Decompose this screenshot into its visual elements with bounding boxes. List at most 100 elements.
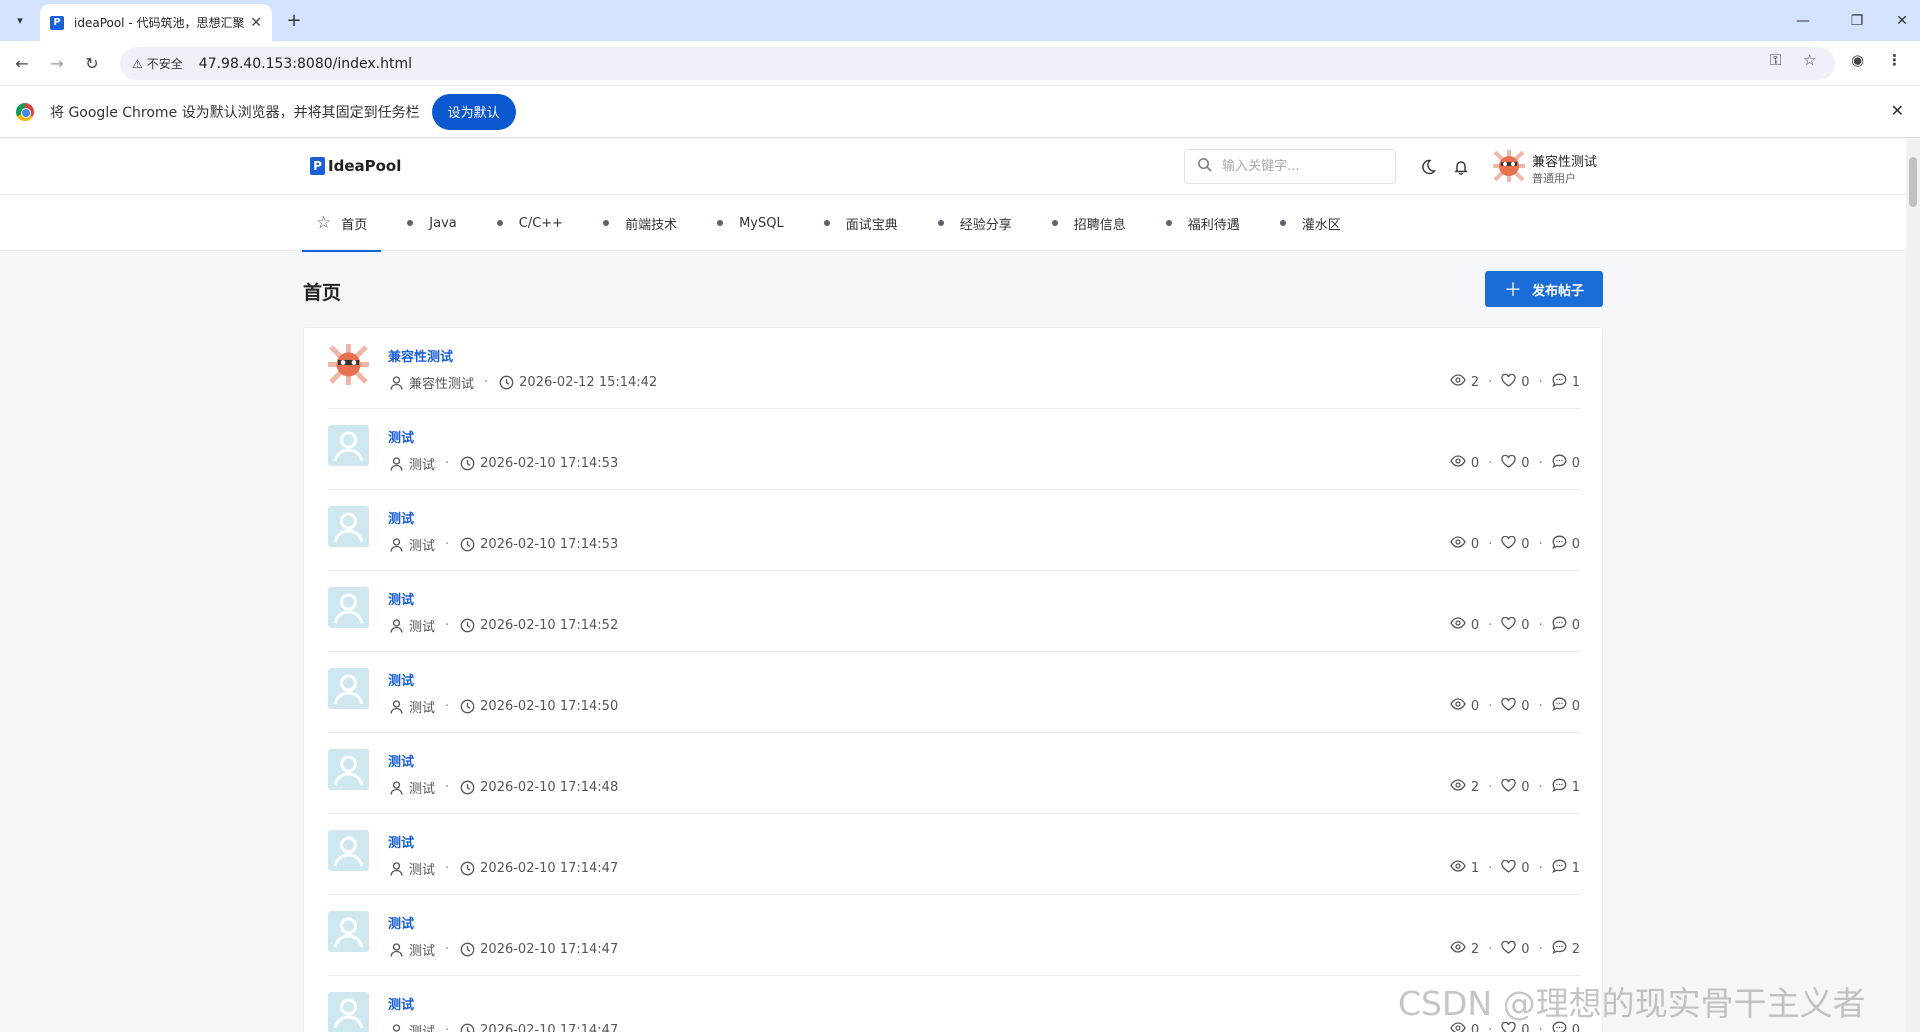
post-title[interactable]: 测试 xyxy=(388,508,414,527)
comment-count[interactable]: 1 xyxy=(1552,778,1580,796)
post-author[interactable]: 测试 xyxy=(409,616,435,635)
post-row[interactable]: 测试 测试 · 2026-02-10 17:14:48 2 · 0 · 1 xyxy=(328,733,1580,814)
like-count[interactable]: 0 xyxy=(1501,778,1530,796)
post-author[interactable]: 兼容性测试 xyxy=(409,373,474,392)
comment-count-value: 1 xyxy=(1571,779,1580,795)
post-author[interactable]: 测试 xyxy=(409,1021,435,1032)
post-title[interactable]: 测试 xyxy=(388,994,414,1013)
post-row[interactable]: 测试 测试 · 2026-02-10 17:14:53 0 · 0 · 0 xyxy=(328,490,1580,571)
new-tab-button[interactable]: + xyxy=(282,8,306,32)
post-title[interactable]: 测试 xyxy=(388,751,414,770)
nav-item-9[interactable]: 灌水区 xyxy=(1254,195,1355,251)
nav-item-8[interactable]: 福利待遇 xyxy=(1140,195,1254,251)
profile-icon[interactable]: ◉ xyxy=(1851,51,1864,69)
comment-count[interactable]: 0 xyxy=(1552,535,1580,553)
tab-search-button[interactable]: ▾ xyxy=(8,8,32,32)
post-author-avatar[interactable] xyxy=(328,425,369,466)
post-row[interactable]: 测试 测试 · 2026-02-10 17:14:47 1 · 0 · 1 xyxy=(328,814,1580,895)
post-author[interactable]: 测试 xyxy=(409,940,435,959)
comment-count[interactable]: 0 xyxy=(1552,616,1580,634)
nav-item-0[interactable]: ☆ 首页 xyxy=(302,195,382,252)
nav-item-6[interactable]: 经验分享 xyxy=(912,195,1026,251)
nav-item-7[interactable]: 招聘信息 xyxy=(1026,195,1140,251)
site-header: P IdeaPool 兼容性测试 普通用户 xyxy=(0,139,1906,195)
security-indicator[interactable]: ⚠ 不安全 xyxy=(132,55,183,72)
post-title[interactable]: 测试 xyxy=(388,913,414,932)
address-bar[interactable]: ⚠ 不安全 47.98.40.153:8080/index.html xyxy=(120,47,1835,80)
post-author-avatar[interactable] xyxy=(328,992,369,1032)
like-count[interactable]: 0 xyxy=(1501,616,1530,634)
post-row[interactable]: 兼容性测试 兼容性测试 · 2026-02-12 15:14:42 2 · 0 · 1 xyxy=(328,328,1580,409)
post-author[interactable]: 测试 xyxy=(409,535,435,554)
post-author[interactable]: 测试 xyxy=(409,778,435,797)
post-row[interactable]: 测试 测试 · 2026-02-10 17:14:50 0 · 0 · 0 xyxy=(328,652,1580,733)
post-author-avatar[interactable] xyxy=(328,830,369,871)
post-row[interactable]: 测试 测试 · 2026-02-10 17:14:52 0 · 0 · 0 xyxy=(328,571,1580,652)
forward-icon[interactable]: → xyxy=(45,51,69,75)
scrollbar-thumb[interactable] xyxy=(1909,157,1917,207)
comment-count[interactable]: 1 xyxy=(1552,859,1580,877)
post-author[interactable]: 测试 xyxy=(409,859,435,878)
browser-tab[interactable]: P ideaPool - 代码筑池，思想汇聚 ✕ xyxy=(40,4,272,41)
like-count[interactable]: 0 xyxy=(1501,535,1530,553)
nav-item-4[interactable]: MySQL xyxy=(691,195,798,251)
bell-icon[interactable] xyxy=(1451,157,1471,177)
post-title[interactable]: 测试 xyxy=(388,589,414,608)
post-author-avatar[interactable] xyxy=(328,749,369,790)
key-icon[interactable]: ⚿ xyxy=(1770,51,1781,69)
post-row[interactable]: 测试 测试 · 2026-02-10 17:14:47 2 · 0 · 2 xyxy=(328,895,1580,976)
post-title[interactable]: 测试 xyxy=(388,832,414,851)
search-input[interactable] xyxy=(1222,159,1382,174)
post-author-avatar[interactable] xyxy=(328,911,369,952)
like-count[interactable]: 0 xyxy=(1501,373,1530,391)
menu-dots-icon[interactable]: ⋮ xyxy=(1887,51,1902,69)
restore-icon[interactable]: ❐ xyxy=(1830,0,1884,41)
post-author[interactable]: 测试 xyxy=(409,697,435,716)
back-icon[interactable]: ← xyxy=(10,51,34,75)
post-row[interactable]: 测试 测试 · 2026-02-10 17:14:53 0 · 0 · 0 xyxy=(328,409,1580,490)
nav-item-3[interactable]: 前端技术 xyxy=(577,195,691,251)
post-author-avatar[interactable] xyxy=(328,506,369,547)
post-title[interactable]: 测试 xyxy=(388,427,414,446)
moon-icon[interactable] xyxy=(1418,157,1438,177)
set-default-button[interactable]: 设为默认 xyxy=(431,93,516,130)
clock-icon xyxy=(459,456,475,471)
post-author-avatar[interactable] xyxy=(328,668,369,709)
comment-count[interactable]: 0 xyxy=(1552,697,1580,715)
nav-item-1[interactable]: Java xyxy=(381,195,470,251)
user-avatar[interactable] xyxy=(1492,149,1526,183)
reload-icon[interactable]: ↻ xyxy=(80,51,104,75)
post-time: 2026-02-10 17:14:47 xyxy=(480,942,619,957)
publish-post-button[interactable]: ＋ 发布帖子 xyxy=(1485,271,1603,307)
user-icon xyxy=(388,942,404,957)
page-scrollbar[interactable] xyxy=(1906,139,1920,1032)
post-row[interactable]: 测试测试·2026-02-10 17:14:470·0·0 xyxy=(328,976,1580,1032)
like-count[interactable]: 0 xyxy=(1501,940,1530,958)
like-count[interactable]: 0 xyxy=(1501,697,1530,715)
post-title[interactable]: 测试 xyxy=(388,670,414,689)
comment-count[interactable]: 1 xyxy=(1552,373,1580,391)
post-author[interactable]: 测试 xyxy=(409,454,435,473)
nav-item-label: 前端技术 xyxy=(625,217,678,233)
nav-item-5[interactable]: 面试宝典 xyxy=(798,195,912,251)
search-box[interactable] xyxy=(1184,149,1396,184)
like-count[interactable]: 0 xyxy=(1501,454,1530,472)
post-title[interactable]: 兼容性测试 xyxy=(388,346,453,365)
like-count[interactable]: 0 xyxy=(1501,859,1530,877)
like-count-value: 0 xyxy=(1521,536,1530,552)
comment-count[interactable]: 2 xyxy=(1552,940,1580,958)
site-logo[interactable]: P IdeaPool xyxy=(310,157,401,175)
minimize-icon[interactable]: — xyxy=(1776,0,1830,41)
nav-item-label: MySQL xyxy=(739,215,784,231)
infobar-message: 将 Google Chrome 设为默认浏览器，并将其固定到任务栏 xyxy=(50,104,420,121)
post-author-avatar[interactable] xyxy=(328,344,369,385)
user-name[interactable]: 兼容性测试 xyxy=(1532,151,1597,170)
post-author-avatar[interactable] xyxy=(328,587,369,628)
close-tab-icon[interactable]: ✕ xyxy=(250,15,262,31)
close-window-icon[interactable]: ✕ xyxy=(1884,0,1920,41)
comment-count[interactable]: 0 xyxy=(1552,454,1580,472)
nav-item-2[interactable]: C/C++ xyxy=(471,195,577,251)
close-infobar-icon[interactable]: ✕ xyxy=(1891,101,1904,120)
bookmark-star-icon[interactable]: ☆ xyxy=(1803,51,1816,69)
stats-separator: · xyxy=(1538,941,1543,957)
